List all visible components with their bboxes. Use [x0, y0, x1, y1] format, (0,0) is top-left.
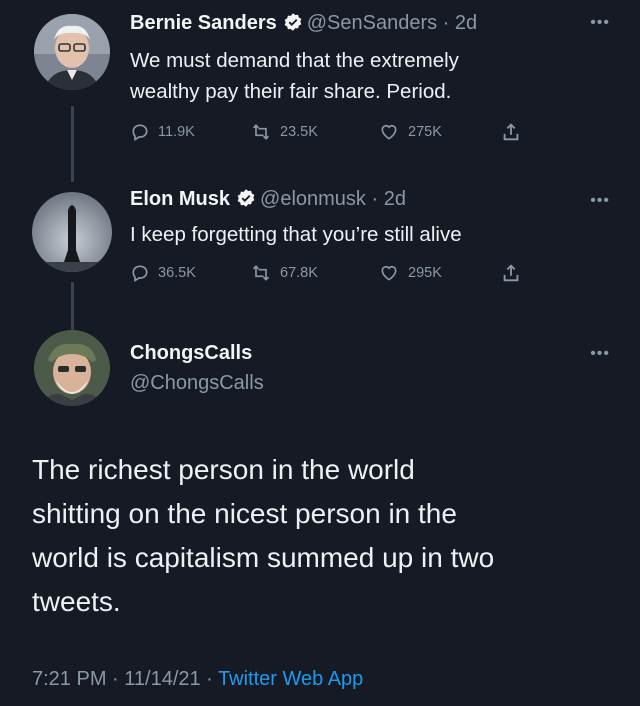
retweet-icon: [252, 265, 270, 281]
more-horizontal-icon[interactable]: •••: [590, 14, 610, 32]
verified-badge-icon: [236, 188, 256, 214]
reply-icon: [132, 124, 148, 141]
separator-dot: ·: [365, 188, 384, 210]
like-count: 275K: [408, 124, 442, 140]
avatar-bernie-sanders[interactable]: [34, 14, 110, 90]
avatar-chongscalls[interactable]: [34, 330, 110, 406]
main-tweet-text: The richest person in the world shitting…: [32, 448, 622, 624]
main-tweet-handle[interactable]: @ChongsCalls: [130, 372, 264, 395]
author-handle[interactable]: @ChongsCalls: [130, 372, 264, 394]
timestamp[interactable]: 7:21 PM · 11/14/21 ·: [32, 668, 218, 690]
tweet-time[interactable]: 2d: [384, 188, 406, 210]
reply-button[interactable]: 36.5K: [130, 262, 250, 284]
tweet-2-actions: 36.5K 67.8K 295K: [130, 262, 530, 284]
author-handle[interactable]: @elonmusk: [260, 188, 366, 210]
tweet-text-line: I keep forgetting that you’re still aliv…: [130, 223, 462, 246]
tweet-text-line: shitting on the nicest person in the: [32, 498, 457, 529]
more-horizontal-icon[interactable]: •••: [590, 192, 610, 210]
verified-badge-icon: [283, 12, 303, 38]
reply-button[interactable]: 11.9K: [130, 121, 250, 143]
retweet-count: 23.5K: [280, 124, 318, 140]
like-button[interactable]: 275K: [378, 121, 500, 143]
tweet-text-line: world is capitalism summed up in two: [32, 542, 495, 573]
share-icon: [503, 123, 519, 141]
retweet-icon: [252, 124, 270, 140]
tweet-text-line: wealthy pay their fair share. Period.: [130, 80, 452, 103]
avatar-elon-musk[interactable]: [32, 192, 112, 272]
thread-line-1: [71, 106, 74, 182]
tweet-1-text: We must demand that the extremely wealth…: [130, 45, 600, 107]
tweet-1-actions: 11.9K 23.5K 275K: [130, 121, 530, 143]
like-count: 295K: [408, 265, 442, 281]
retweet-button[interactable]: 67.8K: [250, 262, 378, 284]
share-icon: [503, 264, 519, 282]
author-name[interactable]: Bernie Sanders: [130, 12, 277, 34]
author-name[interactable]: ChongsCalls: [130, 342, 252, 364]
separator-dot: ·: [437, 12, 455, 34]
tweet-text-line: The richest person in the world: [32, 454, 415, 485]
author-name[interactable]: Elon Musk: [130, 188, 230, 210]
retweet-count: 67.8K: [280, 265, 318, 281]
tweet-time[interactable]: 2d: [455, 12, 477, 34]
share-button[interactable]: [500, 121, 530, 143]
author-handle[interactable]: @SenSanders: [307, 12, 437, 34]
reply-count: 36.5K: [158, 265, 196, 281]
source-app-link[interactable]: Twitter Web App: [218, 668, 363, 690]
tweet-1-header: Bernie Sanders @SenSanders · 2d: [130, 12, 477, 38]
heart-icon: [381, 124, 397, 140]
reply-count: 11.9K: [158, 124, 195, 140]
share-button[interactable]: [500, 262, 530, 284]
retweet-button[interactable]: 23.5K: [250, 121, 378, 143]
reply-icon: [132, 265, 148, 282]
like-button[interactable]: 295K: [378, 262, 500, 284]
tweet-timestamp-footer: 7:21 PM · 11/14/21 · Twitter Web App: [32, 668, 363, 691]
tweet-2-header: Elon Musk @elonmusk · 2d: [130, 188, 406, 214]
tweet-text-line: tweets.: [32, 586, 121, 617]
more-horizontal-icon[interactable]: •••: [590, 345, 610, 363]
tweet-text-line: We must demand that the extremely: [130, 49, 459, 72]
main-tweet-name[interactable]: ChongsCalls: [130, 342, 252, 365]
heart-icon: [381, 265, 397, 281]
thread-line-2: [71, 282, 74, 332]
tweet-2-text: I keep forgetting that you’re still aliv…: [130, 219, 600, 250]
